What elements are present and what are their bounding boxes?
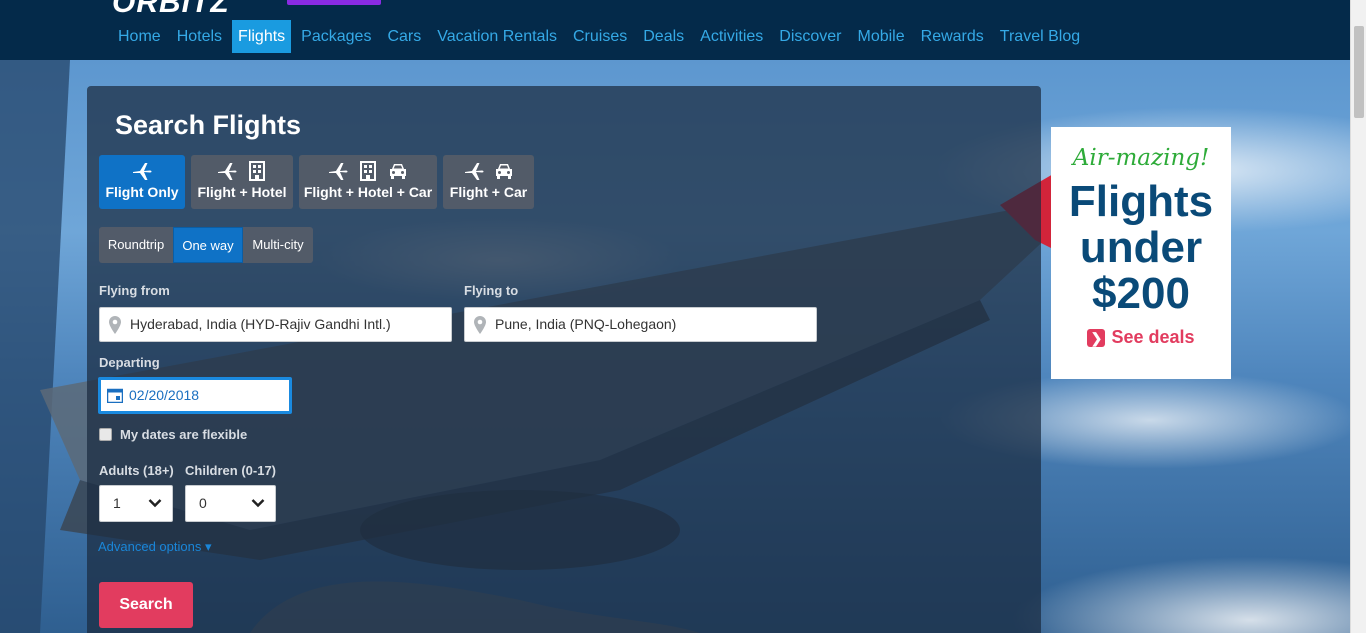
flights-deal-ad[interactable]: Air-mazing! Flights under $200 ❯ See dea… (1051, 127, 1231, 379)
search-flights-panel: Search Flights Flight Only Flight + Hote… (87, 86, 1041, 633)
adults-value: 1 (113, 495, 121, 511)
tab-flight-hotel-car[interactable]: Flight + Hotel + Car (299, 155, 437, 209)
site-header: ORBITZ Home Hotels Flights Packages Cars Vaca… (0, 0, 1350, 60)
children-value: 0 (199, 495, 207, 511)
nav-item-hotels[interactable]: Hotels (171, 20, 228, 53)
ad-headline-line2: under (1079, 223, 1203, 272)
nav-item-rewards[interactable]: Rewards (915, 20, 990, 53)
nav-item-vacation-rentals[interactable]: Vacation Rentals (431, 20, 563, 53)
chevron-down-icon (148, 499, 162, 508)
location-pin-icon (474, 316, 486, 334)
ad-headline-line3: $200 (1092, 269, 1190, 318)
plane-icon (327, 161, 349, 181)
departing-date-input[interactable]: 02/20/2018 (98, 377, 292, 414)
join-rewards-badge[interactable] (287, 0, 381, 5)
nav-item-flights[interactable]: Flights (232, 20, 292, 53)
nav-item-discover[interactable]: Discover (773, 20, 847, 53)
nav-item-home[interactable]: Home (112, 20, 167, 53)
hotel-icon (246, 161, 268, 181)
see-deals-label: See deals (1111, 327, 1195, 347)
orbitz-logo[interactable]: ORBITZ (112, 0, 230, 20)
plane-icon (216, 161, 238, 181)
flying-from-label: Flying from (99, 283, 170, 298)
children-select[interactable]: 0 (185, 485, 276, 522)
nav-item-packages[interactable]: Packages (295, 20, 377, 53)
nav-item-cruises[interactable]: Cruises (567, 20, 633, 53)
adults-label: Adults (18+) (99, 463, 174, 478)
search-button[interactable]: Search (99, 582, 193, 628)
scrollbar-thumb[interactable] (1354, 26, 1364, 118)
flexible-dates-row: My dates are flexible (99, 427, 247, 442)
main-nav: Home Hotels Flights Packages Cars Vacation Re… (112, 20, 1090, 53)
ad-tagline: Air-mazing! (1072, 145, 1210, 171)
adults-select[interactable]: 1 (99, 485, 173, 522)
flying-to-input[interactable]: Pune, India (PNQ-Lohegaon) (464, 307, 817, 342)
panel-title: Search Flights (115, 110, 302, 140)
location-pin-icon (109, 316, 121, 334)
tab-flight-only[interactable]: Flight Only (99, 155, 185, 209)
nav-item-deals[interactable]: Deals (637, 20, 690, 53)
tab-flight-hotel[interactable]: Flight + Hotel (191, 155, 293, 209)
flying-from-input[interactable]: Hyderabad, India (HYD-Rajiv Gandhi Intl.… (99, 307, 452, 342)
chevron-right-icon: ❯ (1087, 328, 1106, 347)
departing-date-value: 02/20/2018 (129, 387, 200, 403)
flexible-dates-label: My dates are flexible (120, 427, 248, 442)
multi-city-button[interactable]: Multi-city (243, 227, 313, 263)
chevron-down-icon (251, 499, 265, 508)
flying-to-label: Flying to (464, 283, 519, 298)
plane-icon (463, 161, 485, 181)
car-icon (387, 161, 409, 181)
flexible-dates-checkbox[interactable] (99, 428, 112, 441)
children-label: Children (0-17) (185, 463, 277, 478)
calendar-icon (107, 388, 123, 403)
one-way-button[interactable]: One way (173, 227, 243, 263)
see-deals-link[interactable]: ❯ See deals (1051, 327, 1231, 348)
tab-flight-car[interactable]: Flight + Car (443, 155, 534, 209)
page-scrollbar[interactable] (1350, 0, 1366, 633)
hotel-icon (357, 161, 379, 181)
car-icon (493, 161, 515, 181)
plane-icon (131, 161, 153, 181)
flying-to-value: Pune, India (PNQ-Lohegaon) (495, 316, 677, 332)
flying-from-value: Hyderabad, India (HYD-Rajiv Gandhi Intl.… (130, 316, 391, 332)
roundtrip-button[interactable]: Roundtrip (99, 227, 173, 263)
ad-headline-line1: Flights (1068, 177, 1214, 226)
nav-item-cars[interactable]: Cars (381, 20, 427, 53)
ad-headline: Flights under $200 (1051, 179, 1231, 317)
nav-item-travel-blog[interactable]: Travel Blog (994, 20, 1086, 53)
nav-item-activities[interactable]: Activities (694, 20, 769, 53)
advanced-options-link[interactable]: Advanced options ▾ (98, 539, 212, 555)
nav-item-mobile[interactable]: Mobile (852, 20, 911, 53)
departing-label: Departing (99, 355, 160, 370)
